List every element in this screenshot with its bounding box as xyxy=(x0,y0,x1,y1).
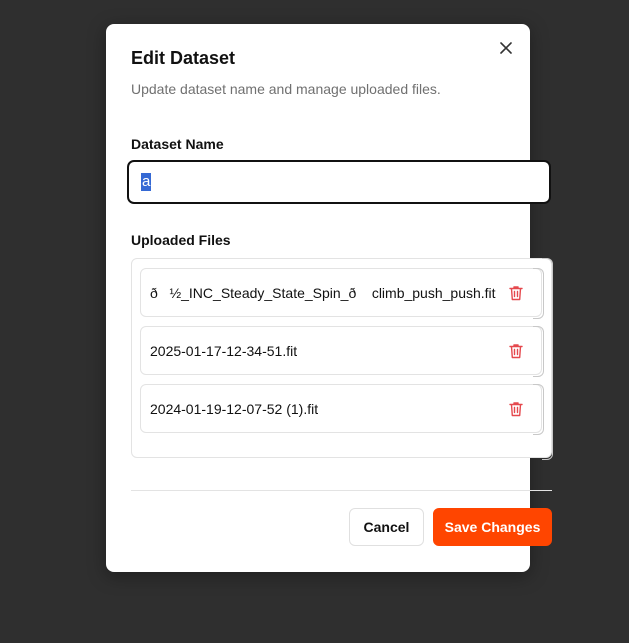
file-item: ð ½_INC_Steady_State_Spin_ð climb_push_p… xyxy=(140,268,544,319)
edit-dataset-dialog: Edit Dataset Update dataset name and man… xyxy=(106,24,553,572)
trash-icon[interactable] xyxy=(507,284,525,302)
trash-icon[interactable] xyxy=(507,342,525,360)
file-item: 2025-01-17-12-34-51.fit xyxy=(140,326,544,377)
uploaded-files-list[interactable]: ð ½_INC_Steady_State_Spin_ð climb_push_p… xyxy=(131,258,553,460)
cancel-button[interactable]: Cancel xyxy=(349,508,424,546)
footer-divider xyxy=(131,490,552,491)
dataset-name-label: Dataset Name xyxy=(131,136,224,152)
trash-icon[interactable] xyxy=(507,400,525,418)
dialog-subtitle: Update dataset name and manage uploaded … xyxy=(131,81,441,97)
file-name: ð ½_INC_Steady_State_Spin_ð climb_push_p… xyxy=(150,284,496,301)
uploaded-files-label: Uploaded Files xyxy=(131,232,231,248)
dialog-title: Edit Dataset xyxy=(131,48,236,68)
save-changes-button[interactable]: Save Changes xyxy=(433,508,552,546)
dataset-name-input[interactable]: a xyxy=(127,160,551,204)
dataset-name-value: a xyxy=(141,173,152,191)
file-name: 2024-01-19-12-07-52 (1).fit xyxy=(150,400,319,417)
file-name: 2025-01-17-12-34-51.fit xyxy=(150,342,298,359)
close-icon xyxy=(500,42,512,54)
file-item: 2024-01-19-12-07-52 (1).fit xyxy=(140,384,544,435)
close-button[interactable] xyxy=(497,39,515,57)
